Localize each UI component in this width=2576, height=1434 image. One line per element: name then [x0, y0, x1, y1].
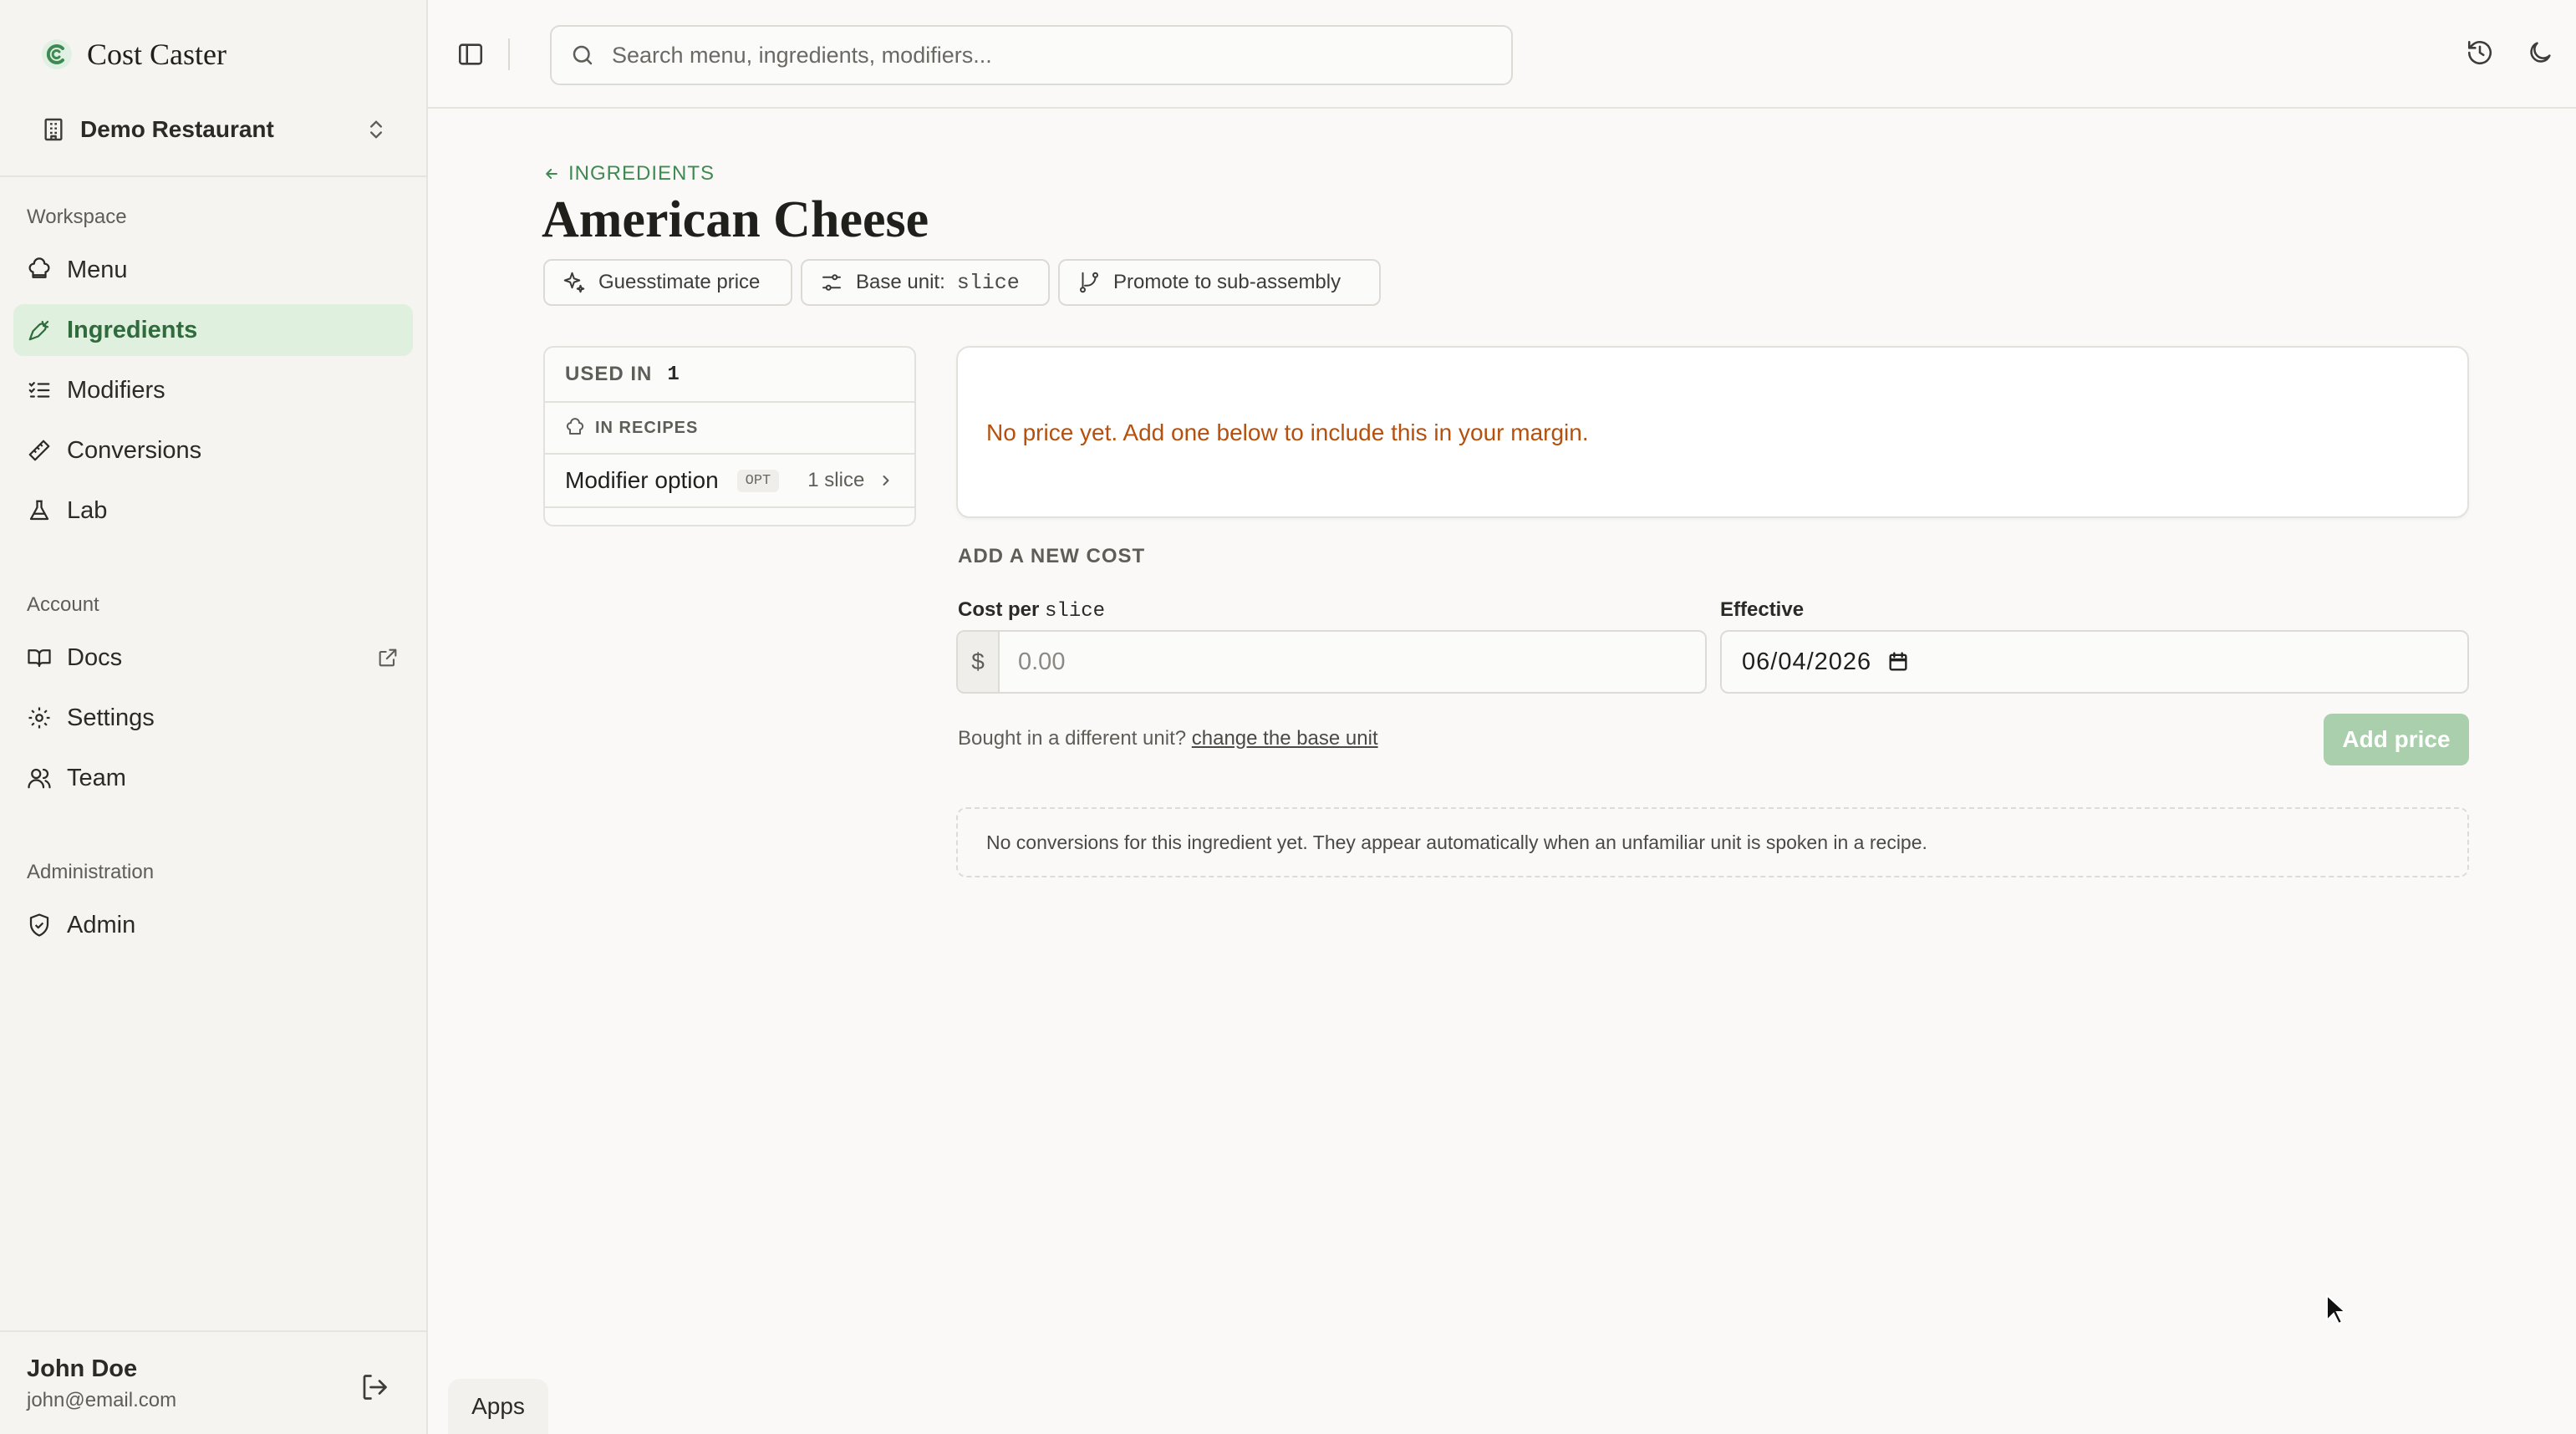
sidebar-item-label: Menu	[67, 256, 128, 283]
history-icon[interactable]	[2466, 38, 2494, 67]
book-icon	[28, 649, 51, 668]
base-unit-button[interactable]: Base unit: slice	[801, 259, 1050, 306]
shield-check-icon	[29, 913, 49, 937]
chevron-right-icon	[883, 475, 889, 486]
search-input[interactable]	[612, 42, 1448, 69]
sidebar-item-label: Modifiers	[67, 376, 165, 404]
list-checks-icon	[28, 382, 50, 398]
cost-label-unit: slice	[1045, 600, 1106, 623]
add-price-button[interactable]: Add price	[2324, 714, 2469, 765]
section-label-account: Account	[27, 593, 99, 616]
in-recipes-label: IN RECIPES	[595, 418, 699, 437]
different-unit-hint: Bought in a different unit? change the b…	[958, 727, 1378, 750]
chef-hat-icon	[28, 257, 50, 278]
back-to-ingredients-link[interactable]: INGREDIENTS	[543, 162, 715, 186]
back-link-label: INGREDIENTS	[568, 162, 715, 185]
sidebar-item-admin[interactable]: Admin	[13, 899, 413, 951]
search-box[interactable]	[550, 25, 1513, 85]
conversions-empty-state: No conversions for this ingredient yet. …	[956, 807, 2469, 877]
guesstimate-price-button[interactable]: Guesstimate price	[543, 259, 792, 306]
search-icon	[573, 45, 593, 65]
used-in-label: USED IN	[565, 363, 653, 385]
sidebar-item-label: Docs	[67, 643, 123, 671]
sidebar-toggle-icon[interactable]	[456, 40, 485, 69]
different-unit-text: Bought in a different unit?	[958, 727, 1187, 750]
chef-hat-icon	[566, 418, 584, 435]
brand[interactable]: Cost Caster	[40, 37, 227, 72]
user-profile: John Doe john@email.com	[0, 1330, 426, 1434]
in-recipes-header: IN RECIPES	[545, 403, 914, 455]
git-branch-icon	[1080, 272, 1098, 293]
section-label-administration: Administration	[27, 861, 155, 883]
used-in-card: USED IN 1 IN RECIPES Modifier option OPT…	[543, 346, 916, 526]
sidebar-item-modifiers[interactable]: Modifiers	[13, 364, 413, 416]
brand-name: Cost Caster	[87, 38, 227, 71]
price-status-card: No price yet. Add one below to include t…	[956, 346, 2469, 518]
cost-label-prefix: Cost per	[958, 598, 1040, 621]
cost-input-group: $	[956, 630, 1707, 694]
section-label-workspace: Workspace	[27, 206, 127, 228]
sidebar: Cost Caster Demo Restaurant Workspace Me…	[0, 0, 428, 1434]
promote-to-sub-assembly-button[interactable]: Promote to sub-assembly	[1058, 259, 1381, 306]
topbar-divider	[508, 38, 510, 70]
sidebar-item-label: Conversions	[67, 436, 202, 464]
base-unit-label: Base unit:	[856, 271, 945, 293]
add-cost-heading: ADD A NEW COST	[958, 545, 1146, 567]
carrot-icon	[28, 320, 49, 341]
page-title: American Cheese	[542, 191, 929, 248]
ruler-icon	[28, 440, 50, 461]
sidebar-item-ingredients[interactable]: Ingredients	[13, 304, 413, 356]
guesstimate-label: Guesstimate price	[598, 271, 761, 293]
external-link-icon	[379, 648, 397, 667]
optional-badge: OPT	[736, 469, 780, 492]
logout-icon[interactable]	[359, 1372, 389, 1402]
used-in-row[interactable]: Modifier option OPT 1 slice	[545, 455, 914, 508]
sidebar-item-label: Ingredients	[67, 316, 198, 343]
users-icon	[28, 768, 51, 789]
mouse-cursor-icon	[2326, 1294, 2348, 1325]
sparkles-icon	[563, 272, 585, 293]
building-icon	[44, 118, 63, 141]
top-bar	[428, 0, 2576, 109]
sidebar-item-menu[interactable]: Menu	[13, 244, 413, 296]
flask-icon	[29, 500, 49, 521]
cost-per-unit-label: Cost per slice	[958, 598, 1105, 623]
gear-icon	[28, 707, 50, 729]
app-root: Cost Caster Demo Restaurant Workspace Me…	[0, 0, 2576, 1434]
moon-icon[interactable]	[2526, 38, 2554, 67]
brand-logo-icon	[42, 39, 72, 69]
user-name: John Doe	[27, 1355, 138, 1382]
sidebar-divider	[0, 175, 426, 177]
calendar-icon[interactable]	[1886, 650, 1910, 674]
no-price-message: No price yet. Add one below to include t…	[986, 420, 1589, 445]
chevrons-up-down-icon	[370, 120, 382, 139]
effective-date-value: 06/04/2026	[1742, 648, 1872, 675]
recipe-name: Modifier option	[565, 467, 719, 493]
sidebar-item-label: Admin	[67, 911, 136, 938]
sidebar-item-label: Team	[67, 764, 126, 791]
arrow-left-icon	[546, 169, 557, 179]
promote-label: Promote to sub-assembly	[1113, 271, 1341, 293]
sidebar-item-team[interactable]: Team	[13, 752, 413, 804]
sidebar-item-label: Settings	[67, 704, 155, 731]
used-in-count: 1	[667, 363, 680, 386]
recipe-quantity: 1 slice	[807, 469, 865, 491]
cost-input[interactable]	[1000, 632, 1705, 692]
used-in-header: USED IN 1	[545, 348, 914, 403]
effective-date-label: Effective	[1720, 598, 1805, 621]
user-email: john@email.com	[27, 1389, 177, 1411]
effective-date-input[interactable]: 06/04/2026	[1720, 630, 2469, 694]
currency-prefix: $	[958, 632, 1000, 692]
restaurant-switcher[interactable]: Demo Restaurant	[27, 99, 401, 160]
apps-tab[interactable]: Apps	[448, 1379, 548, 1434]
base-unit-value: slice	[956, 270, 1020, 295]
sidebar-item-label: Lab	[67, 496, 108, 524]
restaurant-name: Demo Restaurant	[80, 116, 274, 142]
change-base-unit-link[interactable]: change the base unit	[1192, 727, 1378, 750]
sidebar-item-lab[interactable]: Lab	[13, 485, 413, 536]
sidebar-item-conversions[interactable]: Conversions	[13, 425, 413, 476]
sidebar-item-settings[interactable]: Settings	[13, 692, 413, 744]
sidebar-item-docs[interactable]: Docs	[13, 632, 413, 684]
settings-sliders-icon	[822, 274, 841, 291]
